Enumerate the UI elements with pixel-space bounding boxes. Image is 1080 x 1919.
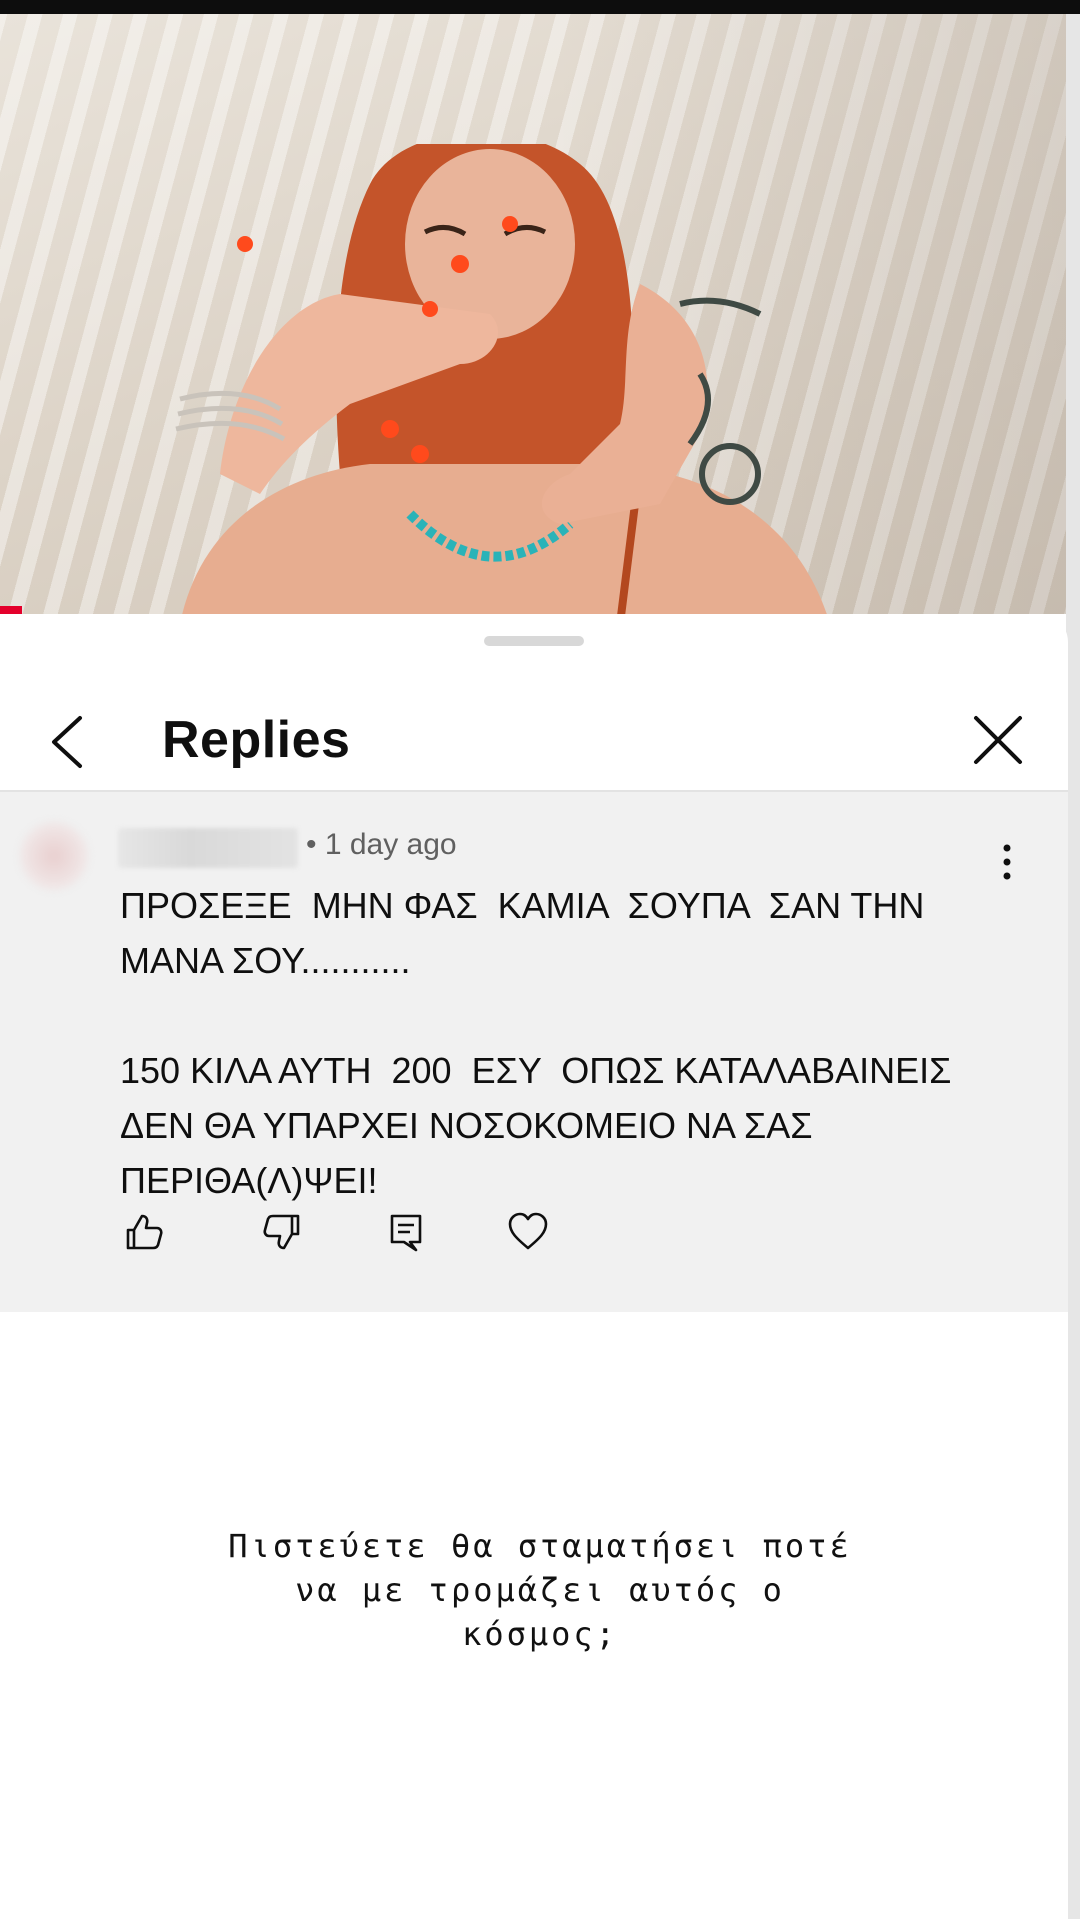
right-edge-strip bbox=[1066, 14, 1080, 1919]
comment-timestamp: • 1 day ago bbox=[306, 828, 457, 861]
video-frame-person bbox=[175, 144, 827, 614]
person-body bbox=[182, 464, 827, 614]
replies-header: Replies bbox=[0, 650, 1068, 792]
page-title: Replies bbox=[162, 711, 351, 769]
video-progress-bar[interactable] bbox=[0, 606, 22, 614]
author-name-blurred[interactable] bbox=[118, 828, 298, 868]
heart-icon[interactable] bbox=[506, 1210, 550, 1254]
close-icon[interactable] bbox=[970, 712, 1026, 768]
top-status-bar bbox=[0, 0, 1080, 14]
reply-icon[interactable] bbox=[384, 1210, 428, 1254]
comment-item: • 1 day ago ΠΡΟΣΕΞΕ ΜΗΝ ΦΑΣ ΚΑΜΙΑ ΣΟΥΠΑ … bbox=[0, 792, 1068, 1312]
comment-text: ΠΡΟΣΕΞΕ ΜΗΝ ΦΑΣ ΚΑΜΙΑ ΣΟΥΠΑ ΣΑΝ ΤΗΝ ΜΑΝΑ… bbox=[120, 885, 952, 1201]
replies-sheet: Replies • 1 day ago ΠΡΟΣΕΞΕ ΜΗΝ ΦΑΣ ΚΑΜΙ… bbox=[0, 614, 1068, 1919]
avatar[interactable] bbox=[20, 822, 88, 890]
story-overlay-caption: Πιστεύετε θα σταματήσει ποτέ να με τρομά… bbox=[228, 1527, 852, 1653]
video-player[interactable] bbox=[0, 14, 1066, 614]
thumbs-down-icon[interactable] bbox=[260, 1210, 304, 1254]
thumbs-up-icon[interactable] bbox=[122, 1210, 166, 1254]
chevron-left-icon[interactable] bbox=[44, 712, 90, 772]
drag-handle[interactable] bbox=[484, 636, 584, 646]
